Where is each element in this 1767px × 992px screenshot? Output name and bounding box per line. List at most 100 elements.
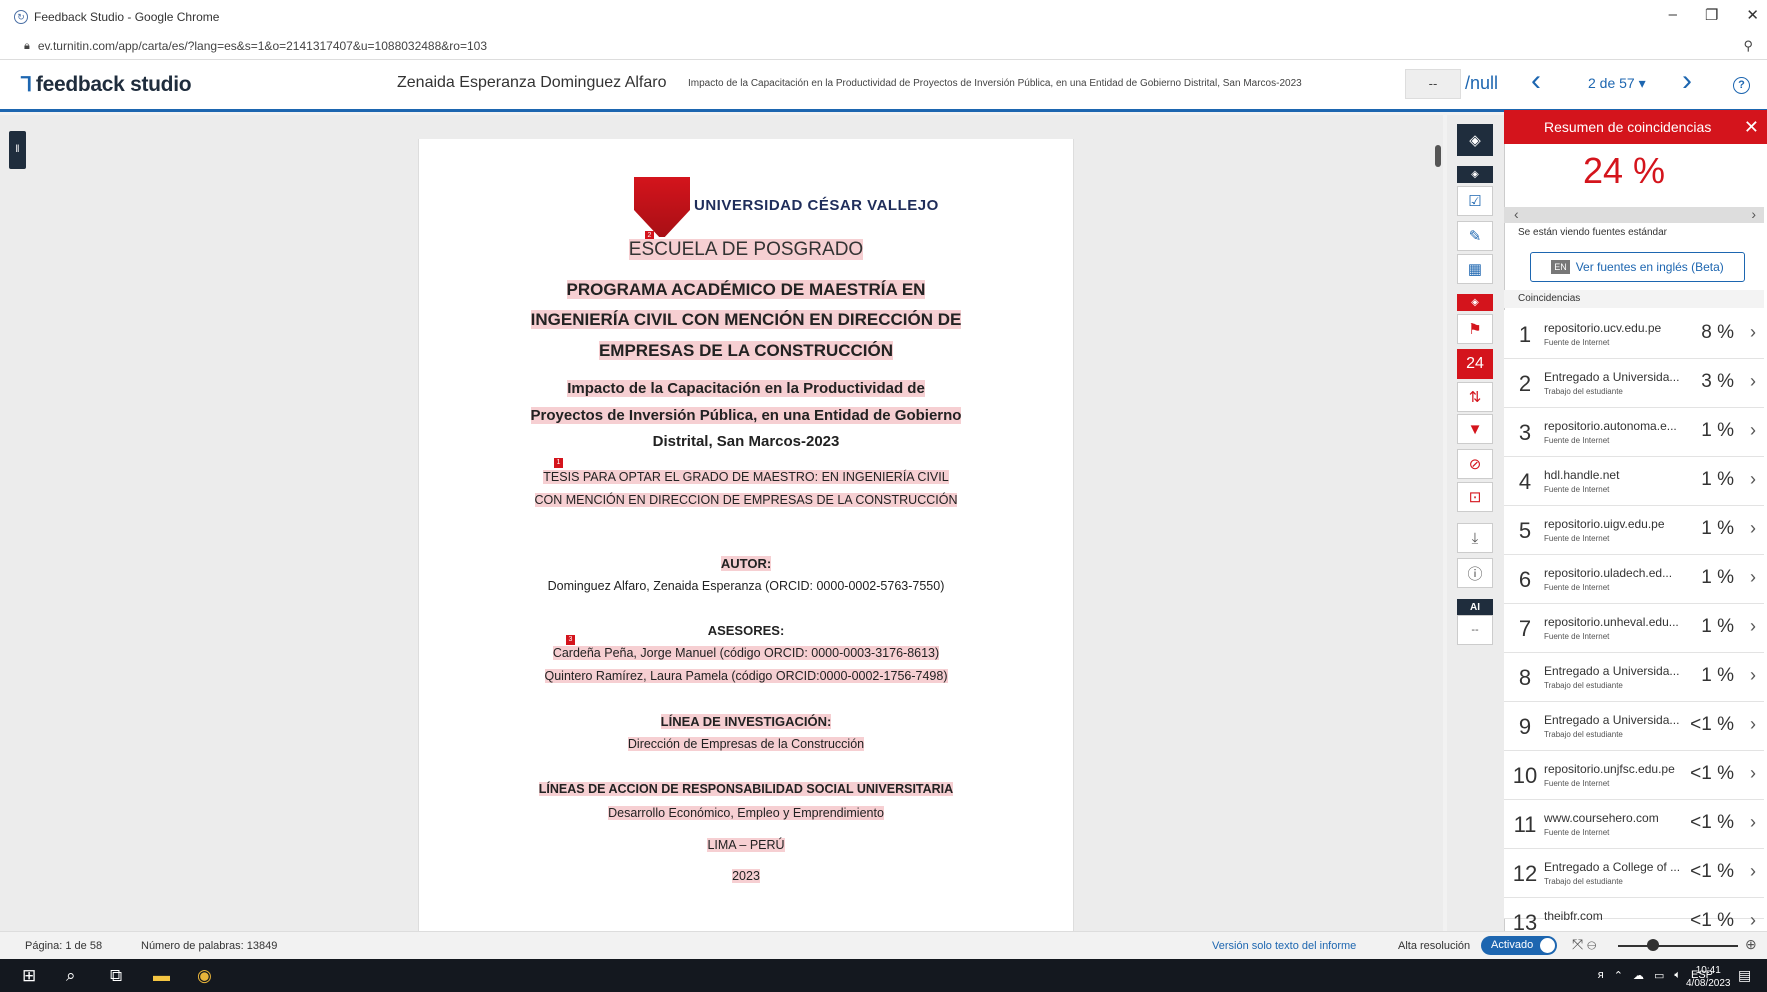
next-match-button[interactable]: ›: [1682, 66, 1692, 96]
match-number: 3: [1518, 420, 1532, 445]
chevron-right-icon[interactable]: ›: [1751, 206, 1756, 222]
match-row[interactable]: 11 www.coursehero.com Fuente de Internet <1…: [1504, 800, 1764, 849]
close-panel-icon[interactable]: ✕: [1744, 117, 1759, 138]
match-row[interactable]: 9 Entregado a Universida... Trabajo del es…: [1504, 702, 1764, 751]
zoom-in-icon[interactable]: ⊕: [1745, 936, 1757, 953]
chevron-right-icon[interactable]: ›: [1750, 812, 1756, 833]
help-icon[interactable]: ?: [1733, 77, 1750, 94]
edit-icon[interactable]: ✎: [1457, 221, 1493, 251]
match-source: hdl.handle.net: [1544, 468, 1620, 482]
document-scrollbar[interactable]: [1435, 145, 1441, 167]
match-number: 5: [1518, 518, 1532, 543]
rsu-line: Desarrollo Económico, Empleo y Emprendim…: [608, 806, 884, 820]
app-icon: ↻: [14, 9, 28, 24]
match-row[interactable]: 8 Entregado a Universida... Trabajo del es…: [1504, 653, 1764, 702]
network-icon[interactable]: ▭: [1654, 969, 1664, 982]
grading-layer-icon[interactable]: ◈: [1457, 166, 1493, 183]
file-explorer-icon[interactable]: ▬: [153, 966, 170, 986]
match-source: repositorio.unheval.edu...: [1544, 615, 1679, 629]
match-source: Entregado a Universida...: [1544, 713, 1680, 727]
layers-icon[interactable]: ◈: [1457, 124, 1493, 156]
chrome-icon[interactable]: ◉: [197, 966, 212, 986]
chevron-right-icon[interactable]: ›: [1750, 910, 1756, 931]
restore-button[interactable]: ❐: [1705, 6, 1718, 24]
windows-taskbar: ⊞ ⌕ ⧉ ▬ ◉ ᴙ ⌃ ☁ ▭ 🔈︎ ESP 10:41 4/08/2023…: [0, 959, 1767, 992]
check-icon[interactable]: ☑: [1457, 186, 1493, 216]
word-count: Número de palabras: 13849: [141, 940, 278, 952]
match-row[interactable]: 7 repositorio.unheval.edu... Fuente de Int…: [1504, 604, 1764, 653]
task-view-icon[interactable]: ⧉: [110, 966, 122, 986]
english-sources-button[interactable]: EN Ver fuentes en inglés (Beta): [1530, 252, 1745, 282]
minimize-button[interactable]: –: [1669, 6, 1677, 24]
filter-icon[interactable]: ▼: [1457, 414, 1493, 444]
match-row[interactable]: 6 repositorio.uladech.ed... Fuente de Inte…: [1504, 555, 1764, 604]
volume-icon[interactable]: 🔈︎: [1674, 969, 1681, 982]
people-icon[interactable]: ᴙ: [1598, 969, 1604, 982]
chevron-right-icon[interactable]: ›: [1750, 616, 1756, 637]
rubric-icon[interactable]: ▦: [1457, 254, 1493, 284]
page-input[interactable]: --: [1405, 69, 1461, 99]
ai-label[interactable]: AI: [1457, 599, 1493, 615]
match-percent: 8 %: [1701, 322, 1734, 343]
text-only-link[interactable]: Versión solo texto del informe: [1212, 940, 1356, 952]
match-selector[interactable]: 2 de 57 ▾: [1588, 75, 1646, 92]
year: 2023: [732, 869, 760, 883]
similarity-layer-icon[interactable]: ◈: [1457, 294, 1493, 311]
cloud-icon[interactable]: ☁: [1633, 969, 1644, 982]
chevron-right-icon[interactable]: ›: [1750, 518, 1756, 539]
chevron-right-icon[interactable]: ›: [1750, 469, 1756, 490]
chevron-left-icon[interactable]: ‹: [1514, 206, 1519, 222]
sort-icon[interactable]: ⇅: [1457, 382, 1493, 412]
page-total: /null: [1465, 73, 1499, 93]
match-marker[interactable]: 3: [566, 635, 575, 645]
match-row[interactable]: 1 repositorio.ucv.edu.pe Fuente de Interne…: [1504, 310, 1764, 359]
title-line-2: Proyectos de Inversión Pública, en una E…: [530, 407, 962, 424]
match-marker[interactable]: 1: [554, 458, 563, 468]
tray-chevron-icon[interactable]: ⌃: [1614, 969, 1623, 982]
match-source: www.coursehero.com: [1544, 811, 1659, 825]
side-panel-toggle[interactable]: ‖: [9, 131, 26, 169]
flag-icon[interactable]: ⚑: [1457, 314, 1493, 344]
match-row[interactable]: 5 repositorio.uigv.edu.pe Fuente de Intern…: [1504, 506, 1764, 555]
chevron-right-icon[interactable]: ›: [1750, 714, 1756, 735]
ai-score[interactable]: --: [1457, 615, 1493, 645]
address-bar[interactable]: 🔒︎ ev.turnitin.com/app/carta/es/?lang=es…: [0, 33, 1767, 60]
chevron-right-icon[interactable]: ›: [1750, 322, 1756, 343]
close-window-button[interactable]: ✕: [1746, 6, 1759, 24]
match-row[interactable]: 12 Entregado a College of ... Trabajo del …: [1504, 849, 1764, 898]
source-carousel[interactable]: ‹ ›: [1504, 206, 1764, 223]
chevron-right-icon[interactable]: ›: [1750, 567, 1756, 588]
match-number: 7: [1518, 616, 1532, 641]
clock[interactable]: 10:41 4/08/2023: [1686, 964, 1731, 990]
windows-start-icon[interactable]: ⊞: [22, 966, 36, 986]
match-row[interactable]: 2 Entregado a Universida... Trabajo del es…: [1504, 359, 1764, 408]
match-source: repositorio.uigv.edu.pe: [1544, 517, 1665, 531]
zoom-slider-handle[interactable]: [1647, 939, 1659, 951]
chevron-right-icon[interactable]: ›: [1750, 420, 1756, 441]
high-res-toggle[interactable]: Activado: [1481, 936, 1557, 955]
exclude-icon[interactable]: ⊘: [1457, 449, 1493, 479]
match-row[interactable]: 4 hdl.handle.net Fuente de Internet 1 % ›: [1504, 457, 1764, 506]
notification-icon[interactable]: ▤: [1738, 967, 1751, 984]
chevron-right-icon[interactable]: ›: [1750, 371, 1756, 392]
match-row[interactable]: 10 repositorio.unjfsc.edu.pe Fuente de Int…: [1504, 751, 1764, 800]
search-report-icon[interactable]: ⊡: [1457, 482, 1493, 512]
advisor-2: Quintero Ramírez, Laura Pamela (código O…: [544, 669, 948, 683]
chevron-right-icon[interactable]: ›: [1750, 763, 1756, 784]
match-source-type: Trabajo del estudiante: [1544, 730, 1623, 739]
similarity-score[interactable]: 24: [1457, 349, 1493, 379]
search-icon[interactable]: ⌕: [66, 966, 76, 986]
match-row[interactable]: 3 repositorio.autonoma.e... Fuente de Inte…: [1504, 408, 1764, 457]
fit-icon[interactable]: ⤧ ⊖: [1572, 936, 1596, 953]
zoom-icon[interactable]: ⚲: [1743, 38, 1753, 54]
url-text[interactable]: ev.turnitin.com/app/carta/es/?lang=es&s=…: [38, 39, 487, 53]
info-icon[interactable]: ⓘ: [1457, 558, 1493, 588]
chevron-right-icon[interactable]: ›: [1750, 861, 1756, 882]
download-icon[interactable]: ⤓: [1457, 523, 1493, 553]
lock-icon: 🔒︎: [24, 39, 30, 52]
previous-match-button[interactable]: ‹: [1531, 66, 1541, 96]
zoom-slider[interactable]: [1618, 945, 1738, 947]
high-res-label: Alta resolución: [1398, 940, 1471, 952]
match-row[interactable]: 13 theibfr.com <1 % ›: [1504, 898, 1764, 935]
chevron-right-icon[interactable]: ›: [1750, 665, 1756, 686]
